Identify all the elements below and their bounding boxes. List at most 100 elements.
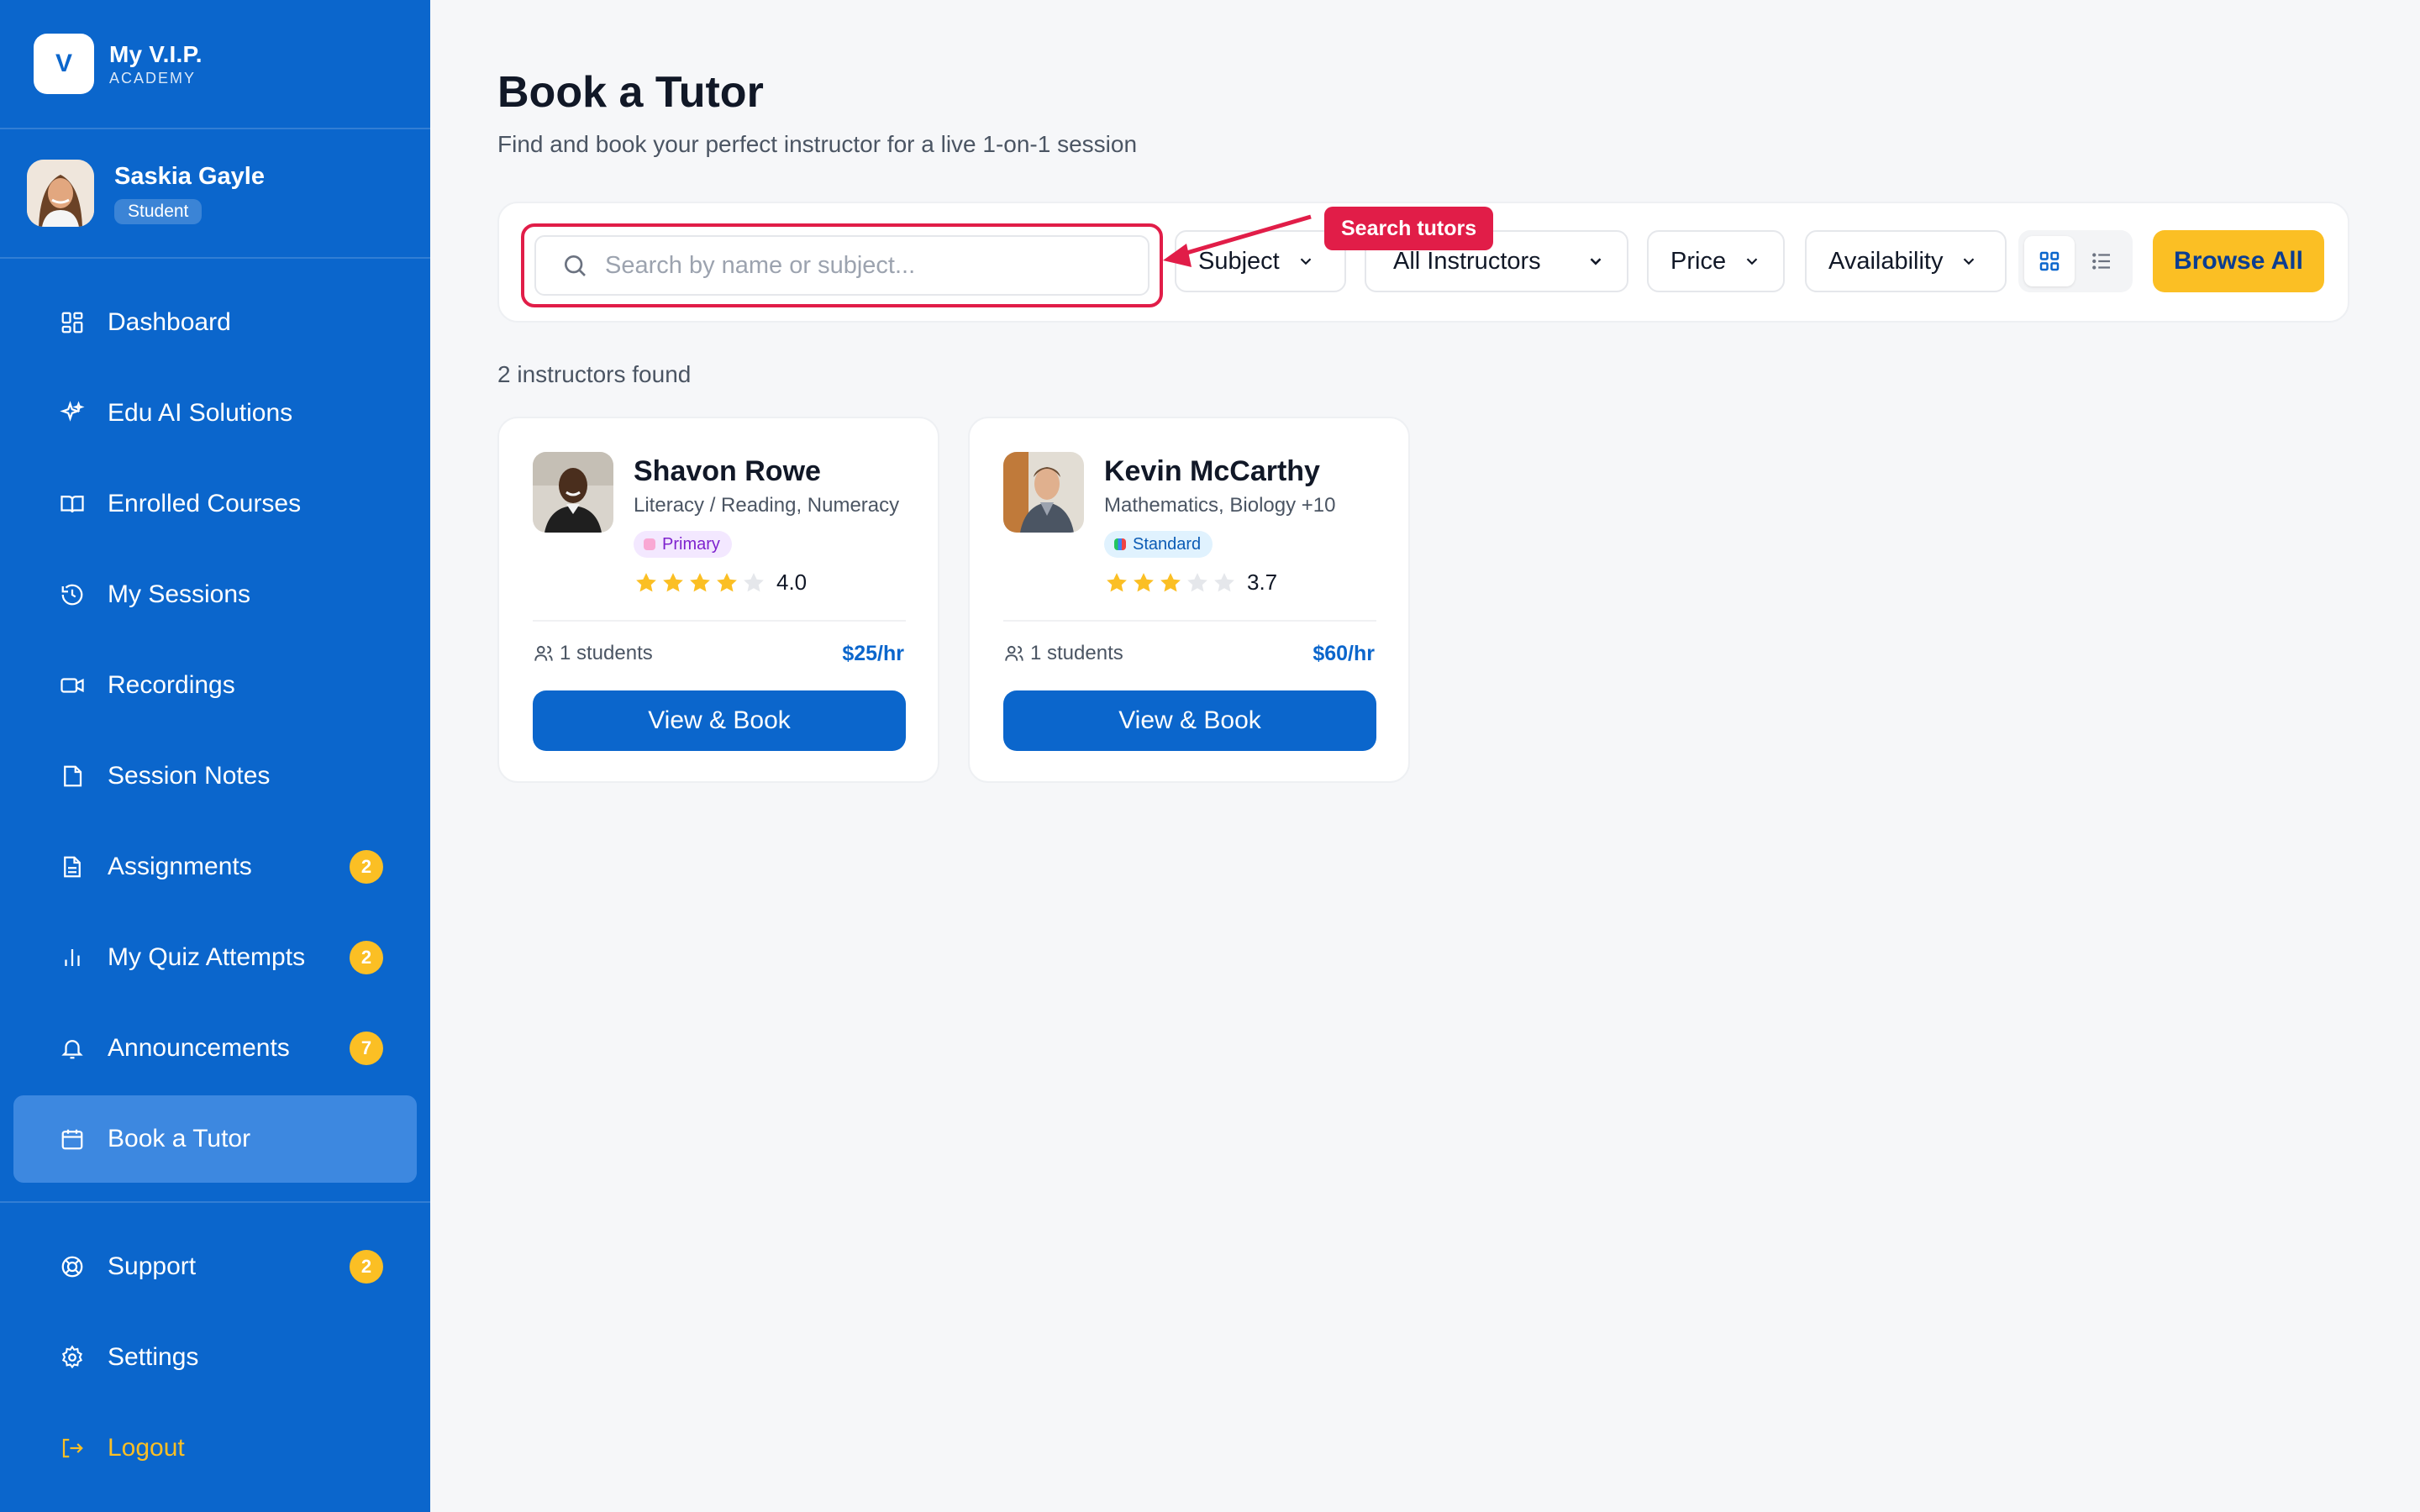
students-count: 1 students xyxy=(533,642,653,665)
hourly-price: $25/hr xyxy=(842,642,904,665)
price-filter-label: Price xyxy=(1670,247,1727,275)
view-and-book-button[interactable]: View & Book xyxy=(533,690,906,751)
user-profile[interactable]: Saskia Gayle Student xyxy=(27,160,265,227)
search-placeholder: Search by name or subject... xyxy=(605,251,916,279)
star-icon xyxy=(1214,572,1234,591)
instructor-subjects: Mathematics, Biology +10 xyxy=(1104,494,1336,517)
sidebar-item-label: Assignments xyxy=(108,853,252,880)
chevron-down-icon xyxy=(1280,252,1315,270)
availability-filter[interactable]: Availability xyxy=(1805,230,2007,292)
history-icon xyxy=(59,581,86,608)
brand-subtitle: ACADEMY xyxy=(109,69,197,87)
sidebar-item-label: Book a Tutor xyxy=(108,1125,251,1152)
notification-badge: 7 xyxy=(350,1032,383,1065)
sidebar-item-label: Dashboard xyxy=(108,308,231,336)
sidebar-item-my-sessions[interactable]: My Sessions xyxy=(13,551,417,638)
sidebar-item-assignments[interactable]: Assignments 2 xyxy=(13,823,417,911)
sidebar-item-settings[interactable]: Settings xyxy=(13,1314,417,1401)
sidebar-item-label: Edu AI Solutions xyxy=(108,399,293,427)
instructor-card: Shavon Rowe Literacy / Reading, Numeracy… xyxy=(497,417,939,783)
star-icon xyxy=(744,572,764,591)
sidebar-item-book-a-tutor[interactable]: Book a Tutor xyxy=(13,1095,417,1183)
view-toggle xyxy=(2018,230,2133,292)
star-icon xyxy=(690,572,710,591)
sidebar-item-label: Session Notes xyxy=(108,762,271,790)
chevron-down-icon xyxy=(1726,252,1761,270)
page-subtitle: Find and book your perfect instructor fo… xyxy=(497,131,1138,157)
results-count: 2 instructors found xyxy=(497,361,692,387)
instructor-name: Kevin McCarthy xyxy=(1104,455,1320,487)
sidebar-item-announcements[interactable]: Announcements 7 xyxy=(13,1005,417,1092)
subject-filter-label: Subject xyxy=(1198,247,1280,275)
search-highlight: Search by name or subject... xyxy=(521,223,1163,307)
sidebar-item-label: Enrolled Courses xyxy=(108,490,302,517)
instructors-select-value: All Instructors xyxy=(1393,247,1541,275)
bar-chart-icon xyxy=(59,944,86,971)
search-input[interactable]: Search by name or subject... xyxy=(534,235,1150,296)
star-rating: 3.7 xyxy=(1104,570,1277,596)
instructor-name: Shavon Rowe xyxy=(634,455,821,487)
availability-filter-label: Availability xyxy=(1828,247,1944,275)
view-and-book-button[interactable]: View & Book xyxy=(1003,690,1376,751)
level-badge: Primary xyxy=(634,531,732,558)
brand-logo: V xyxy=(34,34,94,94)
grid-icon xyxy=(2037,249,2062,274)
sidebar-item-recordings[interactable]: Recordings xyxy=(13,642,417,729)
card-divider xyxy=(1003,620,1376,622)
user-name: Saskia Gayle xyxy=(114,162,265,190)
sidebar-item-label: Logout xyxy=(108,1434,185,1462)
sidebar-divider xyxy=(0,257,430,259)
card-divider xyxy=(533,620,906,622)
sidebar-item-edu-ai[interactable]: Edu AI Solutions xyxy=(13,370,417,457)
brand[interactable]: V My V.I.P. ACADEMY xyxy=(34,34,203,94)
rating-value: 3.7 xyxy=(1247,570,1278,595)
users-icon xyxy=(1003,643,1030,664)
callout-label: Search tutors xyxy=(1324,207,1494,250)
book-open-icon xyxy=(59,491,86,517)
chevron-down-icon xyxy=(1943,252,1978,270)
sparkle-icon xyxy=(59,400,86,427)
dashboard-icon xyxy=(59,309,86,336)
browse-all-button[interactable]: Browse All xyxy=(2153,230,2324,292)
lifebuoy-icon xyxy=(59,1253,86,1280)
instructor-card: Kevin McCarthy Mathematics, Biology +10 … xyxy=(968,417,1410,783)
sidebar-item-label: My Quiz Attempts xyxy=(108,943,306,971)
sidebar-divider xyxy=(0,1201,430,1203)
grid-view-button[interactable] xyxy=(2024,236,2075,286)
star-icon xyxy=(1187,572,1207,591)
main-content: Book a Tutor Find and book your perfect … xyxy=(430,0,2420,1512)
calendar-icon xyxy=(59,1126,86,1152)
sidebar-item-quiz-attempts[interactable]: My Quiz Attempts 2 xyxy=(13,914,417,1001)
list-view-button[interactable] xyxy=(2076,236,2127,286)
users-icon xyxy=(533,643,560,664)
logout-icon xyxy=(59,1435,86,1462)
students-count-label: 1 students xyxy=(1030,642,1123,664)
books-icon xyxy=(1114,538,1126,550)
chevron-down-icon xyxy=(1570,252,1605,270)
instructor-photo xyxy=(533,452,613,533)
flower-icon xyxy=(644,538,655,550)
notification-badge: 2 xyxy=(350,1250,383,1284)
notification-badge: 2 xyxy=(350,850,383,884)
page-title: Book a Tutor xyxy=(497,68,764,117)
sidebar-item-logout[interactable]: Logout xyxy=(13,1404,417,1492)
user-role-badge: Student xyxy=(114,198,203,224)
sidebar-item-support[interactable]: Support 2 xyxy=(13,1223,417,1310)
sidebar-item-label: Recordings xyxy=(108,671,235,699)
sidebar-item-dashboard[interactable]: Dashboard xyxy=(13,279,417,366)
star-rating: 4.0 xyxy=(634,570,807,596)
rating-value: 4.0 xyxy=(776,570,808,595)
instructor-subjects: Literacy / Reading, Numeracy xyxy=(634,494,900,517)
price-filter[interactable]: Price xyxy=(1647,230,1785,292)
sidebar-divider xyxy=(0,128,430,129)
instructor-photo xyxy=(1003,452,1084,533)
sidebar-item-label: Settings xyxy=(108,1343,199,1371)
subject-filter[interactable]: Subject xyxy=(1175,230,1346,292)
star-icon xyxy=(1107,572,1127,591)
notification-badge: 2 xyxy=(350,941,383,974)
sidebar-item-enrolled-courses[interactable]: Enrolled Courses xyxy=(13,460,417,548)
list-icon xyxy=(2089,249,2114,274)
avatar xyxy=(27,160,94,227)
star-icon xyxy=(717,572,737,591)
sidebar-item-session-notes[interactable]: Session Notes xyxy=(13,732,417,820)
